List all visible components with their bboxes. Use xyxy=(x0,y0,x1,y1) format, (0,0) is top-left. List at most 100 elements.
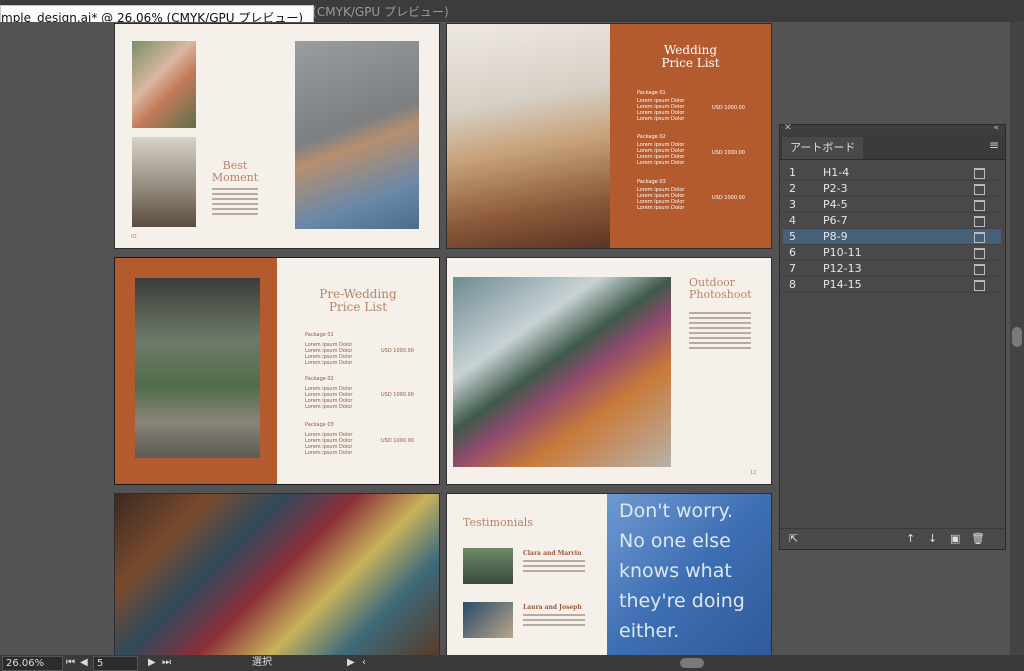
artboard-options-icon[interactable] xyxy=(974,184,985,195)
vase-photo xyxy=(132,137,196,227)
artboard-list: 1 H1-4 2 P2-3 3 P4-5 4 P6-7 5 P8-9 6 P10-11 7 P12-13 8… xyxy=(783,165,1001,293)
page-field[interactable]: 5 xyxy=(93,656,138,671)
artboard-options-icon[interactable] xyxy=(974,264,985,275)
package-02-items: Lorem ipsum Dolor Lorem ipsum Dolor Lore… xyxy=(637,142,685,166)
quote-photo: Don't worry. No one else knows what they… xyxy=(607,494,771,655)
artboard-row-number: 7 xyxy=(789,262,796,275)
artboard-row-number: 2 xyxy=(789,182,796,195)
artboard-row[interactable]: 8 P14-15 xyxy=(783,277,1001,293)
title-line-2: Photoshoot xyxy=(689,288,752,301)
package-02-price: USD 1000.00 xyxy=(381,392,414,398)
artboard-row[interactable]: 3 P4-5 xyxy=(783,197,1001,213)
artboard-options-icon[interactable] xyxy=(974,232,985,243)
scroll-left-icon[interactable]: ‹ xyxy=(362,655,366,671)
move-up-icon[interactable]: ↑ xyxy=(906,532,915,545)
artboard-row-label[interactable]: P12-13 xyxy=(823,261,862,276)
artboard-options-icon[interactable] xyxy=(974,280,985,291)
package-03-price: USD 1000.00 xyxy=(712,195,745,201)
package-01-price: USD 1000.00 xyxy=(381,348,414,354)
artboard-row-label[interactable]: P14-15 xyxy=(823,277,862,292)
body-text-block xyxy=(689,312,751,352)
close-icon[interactable]: ✕ xyxy=(784,123,792,133)
best-moment-title: Best Moment xyxy=(205,160,265,184)
rearrange-icon[interactable]: ⇱ xyxy=(789,532,798,545)
artboard-row-number: 8 xyxy=(789,278,796,291)
testimonial-photo-1 xyxy=(463,548,513,584)
move-down-icon[interactable]: ↓ xyxy=(928,532,937,545)
vertical-scrollbar[interactable] xyxy=(1010,22,1024,655)
zoom-field[interactable]: 26.06% xyxy=(2,656,63,671)
title-line-2: Price List xyxy=(661,56,720,70)
package-02-name: Package 02 xyxy=(305,376,334,382)
package-01-name: Package 01 xyxy=(637,90,666,96)
horizontal-scroll-thumb[interactable] xyxy=(680,658,704,668)
artboard-row-label[interactable]: H1-4 xyxy=(823,165,849,180)
package-01-items: Lorem ipsum Dolor Lorem ipsum Dolor Lore… xyxy=(305,342,353,366)
package-01-name: Package 01 xyxy=(305,332,334,338)
prev-page-icon[interactable]: ◀ xyxy=(80,655,88,671)
wedding-price-panel: Wedding Price List Package 01 Lorem ipsu… xyxy=(610,24,771,248)
testimonial-text-2 xyxy=(523,614,585,629)
collapse-icon[interactable]: « xyxy=(993,123,999,133)
artboard-row-label[interactable]: P2-3 xyxy=(823,181,848,196)
package-03-name: Package 03 xyxy=(637,179,666,185)
page-number: 12 xyxy=(750,470,757,476)
artboard-row-label[interactable]: P6-7 xyxy=(823,213,848,228)
artboard-row[interactable]: 6 P10-11 xyxy=(783,245,1001,261)
artboard-row[interactable]: 5 P8-9 xyxy=(783,229,1001,245)
outdoor-photoshoot-title: Outdoor Photoshoot xyxy=(689,277,752,301)
testimonial-name-2: Laura and Joseph xyxy=(523,604,582,611)
status-menu-icon[interactable]: ▶ xyxy=(347,655,355,671)
package-03-items: Lorem ipsum Dolor Lorem ipsum Dolor Lore… xyxy=(637,187,685,211)
artboard-row-label[interactable]: P4-5 xyxy=(823,197,848,212)
artboard-row[interactable]: 1 H1-4 xyxy=(783,165,1001,181)
artboard-p8[interactable]: Testimonials Clara and Marvin Laura and … xyxy=(447,494,771,655)
artboard-row[interactable]: 4 P6-7 xyxy=(783,213,1001,229)
artboard-options-icon[interactable] xyxy=(974,248,985,259)
delete-icon[interactable]: 🗑 xyxy=(971,532,985,545)
artboard-p6[interactable]: Outdoor Photoshoot 12 xyxy=(447,258,771,484)
pre-wedding-title: Pre-Wedding Price List xyxy=(277,288,439,314)
artboard-row[interactable]: 7 P12-13 xyxy=(783,261,1001,277)
artboard-p7[interactable] xyxy=(115,494,439,655)
artboard-row-label[interactable]: P8-9 xyxy=(823,229,848,244)
package-02-items: Lorem ipsum Dolor Lorem ipsum Dolor Lore… xyxy=(305,386,353,410)
status-bar: 26.06% ⏮ ◀ 5 ▶ ⏭ 選択 ▶ ‹ xyxy=(0,655,1024,671)
artboard-p3[interactable]: Wedding Price List Package 01 Lorem ipsu… xyxy=(447,24,771,248)
artboards-panel: ✕ « アートボード ≡ 1 H1-4 2 P2-3 3 P4-5 4 P6-7 5 P8-9 6 P… xyxy=(779,123,1006,550)
package-03-name: Package 03 xyxy=(305,422,334,428)
testimonial-text-1 xyxy=(523,560,585,575)
panel-title-bar: ✕ « xyxy=(780,123,1005,135)
next-page-icon[interactable]: ▶ xyxy=(148,655,156,671)
artboard-row-number: 5 xyxy=(789,230,796,243)
testimonial-name-1: Clara and Marvin xyxy=(523,550,582,557)
wedding-title: Wedding Price List xyxy=(610,44,771,70)
cat-christmas-tree-photo xyxy=(453,277,671,467)
artboard-row-number: 1 xyxy=(789,166,796,179)
first-page-icon[interactable]: ⏮ xyxy=(66,655,75,671)
artboard-p5[interactable]: Pre-Wedding Price List Package 01 Lorem … xyxy=(115,258,439,484)
package-02-name: Package 02 xyxy=(637,134,666,140)
shopfront-photo xyxy=(135,278,260,458)
artboard-options-icon[interactable] xyxy=(974,168,985,179)
artboard-options-icon[interactable] xyxy=(974,216,985,227)
package-01-items: Lorem ipsum Dolor Lorem ipsum Dolor Lore… xyxy=(637,98,685,122)
woman-portrait-photo xyxy=(295,41,419,229)
bedroom-photo xyxy=(447,24,610,248)
last-page-icon[interactable]: ⏭ xyxy=(162,655,171,671)
package-03-items: Lorem ipsum Dolor Lorem ipsum Dolor Lore… xyxy=(305,432,353,456)
artboard-row-number: 4 xyxy=(789,214,796,227)
flower-photo xyxy=(132,41,196,128)
vertical-scroll-thumb[interactable] xyxy=(1012,327,1022,347)
page-number: 01 xyxy=(131,234,138,240)
body-text-block xyxy=(212,188,258,218)
artboard-row[interactable]: 2 P2-3 xyxy=(783,181,1001,197)
panel-menu-icon[interactable]: ≡ xyxy=(989,138,999,152)
panel-tab-row: アートボード ≡ xyxy=(780,135,1005,160)
new-artboard-icon[interactable]: ▣ xyxy=(950,532,960,545)
package-02-price: USD 1000.00 xyxy=(712,150,745,156)
tab-artboards[interactable]: アートボード xyxy=(782,137,864,159)
artboard-options-icon[interactable] xyxy=(974,200,985,211)
artboard-row-label[interactable]: P10-11 xyxy=(823,245,862,260)
artboard-p2[interactable]: Best Moment 01 xyxy=(115,24,439,248)
